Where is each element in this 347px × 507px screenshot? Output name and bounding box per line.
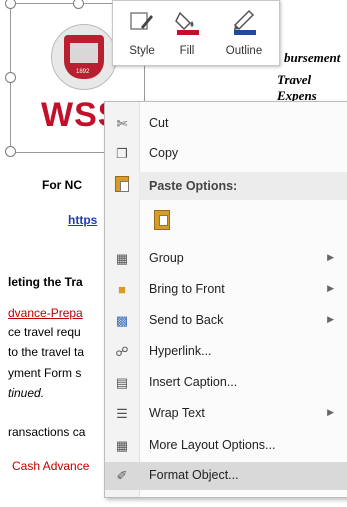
doc-line: yment Form s (8, 366, 82, 380)
menu-item-bring-to-front[interactable]: ■ Bring to Front ▶ (105, 276, 347, 304)
menu-label: More Layout Options... (149, 438, 276, 452)
menu-label: Copy (149, 146, 179, 160)
doc-title-line-1: bursement (284, 50, 341, 65)
resize-handle-bottom-left[interactable] (5, 146, 16, 157)
university-seal: 1892 (51, 24, 117, 90)
context-menu: ✄ Cut ❐ Copy Paste Options: ▦ Group ▶ ■ … (104, 101, 347, 498)
doc-link[interactable]: https (68, 213, 97, 227)
style-icon (129, 9, 155, 35)
menu-item-more-layout-options[interactable]: ▦ More Layout Options... (105, 432, 347, 460)
outline-button[interactable]: Outline (217, 1, 271, 65)
paste-options-header: Paste Options: (139, 172, 347, 200)
scissors-icon: ✄ (116, 116, 128, 131)
seal-year: 1892 (76, 69, 90, 75)
layout-options-icon: ▦ (115, 438, 129, 453)
wrap-text-icon: ☰ (116, 406, 128, 421)
doc-line: ransactions ca (8, 425, 86, 439)
doc-line: to the travel ta (8, 345, 85, 359)
menu-item-group[interactable]: ▦ Group ▶ (105, 245, 347, 273)
mini-toolbar: Style Fill Outline (112, 0, 280, 66)
outline-color-swatch (234, 30, 256, 35)
menu-item-cut[interactable]: ✄ Cut (105, 110, 347, 138)
menu-label: Hyperlink... (149, 344, 212, 358)
menu-item-wrap-text[interactable]: ☰ Wrap Text ▶ (105, 400, 347, 428)
caption-icon: ▤ (115, 375, 129, 390)
for-line: For NC (42, 178, 82, 192)
fill-button[interactable]: Fill (167, 1, 207, 65)
submenu-arrow-icon: ▶ (327, 314, 334, 324)
submenu-arrow-icon: ▶ (327, 283, 334, 293)
paste-options-label: Paste Options: (149, 179, 238, 193)
menu-label: Send to Back (149, 313, 224, 327)
doc-line: tinued. (8, 386, 45, 400)
menu-label: Insert Caption... (149, 375, 238, 389)
menu-item-hyperlink[interactable]: ☍ Hyperlink... (105, 338, 347, 366)
doc-title-line-2: Travel Expens (277, 72, 317, 103)
doc-line: Cash Advance (12, 459, 90, 473)
menu-item-insert-caption[interactable]: ▤ Insert Caption... (105, 369, 347, 397)
resize-handle-top-left[interactable] (5, 0, 16, 9)
group-icon: ▦ (115, 251, 129, 266)
pen-outline-icon (231, 9, 257, 35)
menu-item-format-object[interactable]: ✐ Format Object... (105, 462, 347, 490)
submenu-arrow-icon: ▶ (327, 252, 334, 262)
style-label: Style (129, 45, 155, 57)
copy-icon: ❐ (116, 146, 128, 161)
section-heading: leting the Tra (8, 275, 83, 289)
menu-label: Wrap Text (149, 406, 205, 420)
doc-line: dvance-Prepa (8, 306, 83, 320)
menu-item-copy[interactable]: ❐ Copy (105, 140, 347, 168)
menu-label: Format Object... (149, 468, 239, 482)
menu-label: Cut (149, 116, 169, 130)
outline-label: Outline (225, 45, 263, 57)
menu-label: Bring to Front (149, 282, 225, 296)
menu-item-send-to-back[interactable]: ▩ Send to Back ▶ (105, 307, 347, 335)
bring-to-front-icon: ■ (118, 282, 126, 297)
style-button[interactable]: Style (119, 1, 165, 65)
send-to-back-icon: ▩ (115, 313, 129, 328)
paste-keep-formatting-icon[interactable] (154, 210, 170, 230)
resize-handle-left[interactable] (5, 72, 16, 83)
format-object-icon: ✐ (116, 468, 128, 483)
resize-handle-top[interactable] (73, 0, 84, 9)
doc-line: ce travel requ (8, 325, 81, 339)
menu-label: Group (149, 251, 184, 265)
fill-color-swatch (177, 30, 199, 35)
submenu-arrow-icon: ▶ (327, 407, 334, 417)
hyperlink-icon: ☍ (115, 344, 129, 359)
paint-bucket-icon (174, 9, 200, 35)
fill-label: Fill (179, 45, 195, 57)
